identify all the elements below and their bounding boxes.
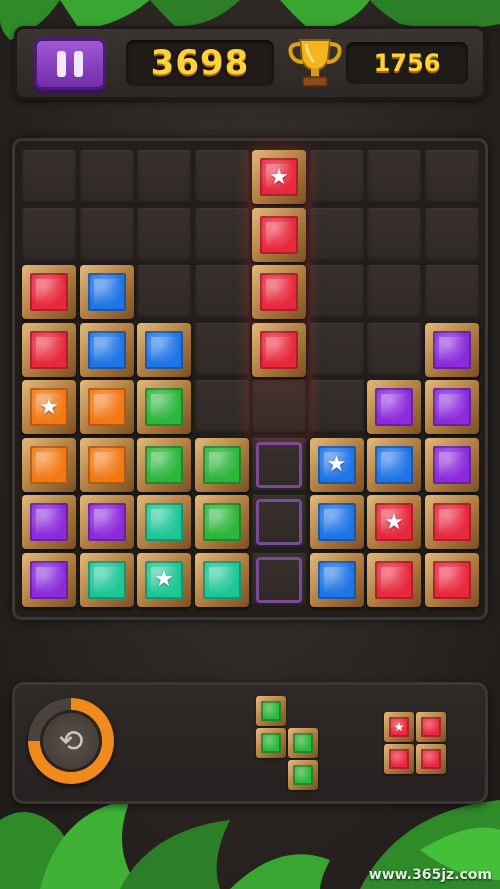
star-icon: ★	[154, 567, 174, 592]
gem-block-blue	[309, 495, 364, 549]
board-cell[interactable]	[194, 207, 249, 262]
gem-block-orange	[22, 437, 76, 492]
best-score-panel: 1756	[346, 42, 468, 84]
gem-block-red: ★	[367, 495, 421, 549]
star-icon: ★	[326, 452, 347, 477]
gem-block-red	[22, 265, 76, 319]
gem-block-red	[367, 552, 421, 607]
board-cell[interactable]	[194, 380, 249, 434]
board-cell[interactable]	[22, 150, 76, 204]
pause-icon-bar	[74, 51, 83, 77]
gem-block-purple	[22, 552, 76, 607]
gem-block-orange	[79, 437, 134, 492]
gem-block-green	[194, 495, 249, 549]
gem-block-purple	[79, 495, 134, 549]
gem-block-green	[137, 380, 191, 434]
star-icon: ★	[393, 720, 405, 734]
board-cell[interactable]	[309, 150, 364, 204]
board-cell[interactable]	[309, 265, 364, 319]
gem-block-blue: ★	[309, 437, 364, 492]
gem-block-purple	[22, 495, 76, 549]
gem-block-orange	[79, 380, 134, 434]
gem-block-blue	[79, 265, 134, 319]
gem-block-blue	[309, 552, 364, 607]
board-cell[interactable]	[309, 322, 364, 377]
gem-block-green	[256, 696, 286, 726]
best-score: 1756	[373, 49, 441, 77]
watermark: www.365jz.com	[368, 867, 492, 883]
board-cell[interactable]	[79, 207, 134, 262]
board-cell[interactable]	[194, 265, 249, 319]
gem-block-red	[384, 744, 414, 774]
board-cell[interactable]	[367, 265, 421, 319]
board-cell[interactable]	[194, 150, 249, 204]
gem-block-teal	[137, 495, 191, 549]
board-cell[interactable]	[424, 207, 479, 262]
drop-hint-cell	[256, 557, 302, 603]
gem-block-blue	[137, 322, 191, 377]
pause-icon	[57, 51, 66, 77]
board-cell[interactable]	[367, 322, 421, 377]
gem-block-red	[416, 712, 446, 742]
board-cell[interactable]	[194, 322, 249, 377]
board-cell[interactable]	[309, 380, 364, 434]
gem-block-blue	[79, 322, 134, 377]
gem-block-purple	[424, 380, 479, 434]
gem-block-green	[288, 760, 318, 790]
star-icon: ★	[39, 394, 59, 420]
gem-block-red: ★	[252, 150, 306, 204]
gem-block-red	[424, 552, 479, 607]
score-panel: 3698	[126, 40, 274, 86]
gem-block-green	[256, 728, 286, 758]
drop-hint-cell	[256, 499, 302, 545]
board-cell[interactable]	[22, 207, 76, 262]
drop-hint-cell	[256, 442, 302, 488]
gem-block-green	[288, 728, 318, 758]
gem-block-red: ★	[384, 712, 414, 742]
gem-block-red	[252, 207, 306, 262]
gem-block-red	[252, 265, 306, 319]
gem-block-blue	[367, 437, 421, 492]
star-icon: ★	[269, 164, 289, 190]
pause-button[interactable]	[34, 38, 106, 90]
rotate-icon: ⟲	[40, 710, 102, 772]
current-score: 3698	[150, 43, 250, 83]
board-cell[interactable]	[367, 150, 421, 204]
gem-block-teal	[194, 552, 249, 607]
gem-block-red	[22, 322, 76, 377]
gem-block-green	[137, 437, 191, 492]
board-cell[interactable]	[424, 265, 479, 319]
board-cell[interactable]	[309, 207, 364, 262]
gem-block-purple	[367, 380, 421, 434]
board-cell[interactable]	[137, 150, 191, 204]
star-icon: ★	[384, 509, 404, 535]
board-cell[interactable]	[367, 207, 421, 262]
gem-block-red	[252, 322, 306, 377]
gem-block-orange: ★	[22, 380, 76, 434]
trophy-icon	[288, 39, 342, 87]
gem-block-purple	[424, 437, 479, 492]
board-cell[interactable]	[79, 150, 134, 204]
gem-block-teal: ★	[137, 552, 191, 607]
gem-block-red	[424, 495, 479, 549]
board-cell[interactable]	[424, 150, 479, 204]
gem-block-red	[416, 744, 446, 774]
gem-block-teal	[79, 552, 134, 607]
gem-block-green	[194, 437, 249, 492]
rotate-button[interactable]: ⟲	[28, 698, 114, 784]
board-cell[interactable]	[137, 265, 191, 319]
board-cell[interactable]	[137, 207, 191, 262]
gem-block-purple	[424, 322, 479, 377]
